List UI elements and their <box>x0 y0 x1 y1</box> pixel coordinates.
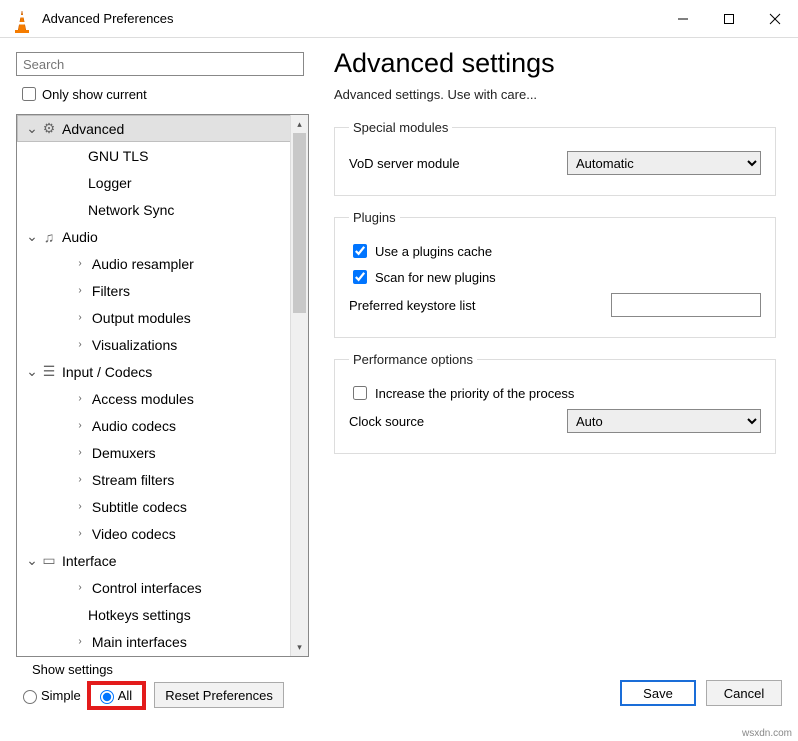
tree-item-subtitle-codecs[interactable]: › Subtitle codecs <box>17 493 292 520</box>
use-plugins-cache-checkbox[interactable]: Use a plugins cache <box>349 241 761 261</box>
plugins-legend: Plugins <box>349 210 400 225</box>
show-settings-all-radio[interactable]: All <box>95 687 132 704</box>
close-button[interactable] <box>752 0 798 38</box>
reset-preferences-button[interactable]: Reset Preferences <box>154 682 284 708</box>
music-note-icon: ♫ <box>40 229 58 245</box>
tree-item-output-modules[interactable]: › Output modules <box>17 304 292 331</box>
maximize-button[interactable] <box>706 0 752 38</box>
keystore-label: Preferred keystore list <box>349 298 567 313</box>
tree-item-filters[interactable]: › Filters <box>17 277 292 304</box>
tree-item-audio-resampler[interactable]: › Audio resampler <box>17 250 292 277</box>
chevron-right-icon: › <box>72 582 88 593</box>
tree-item-audio-codecs[interactable]: › Audio codecs <box>17 412 292 439</box>
tree-scrollbar[interactable]: ▴ ▾ <box>290 115 308 656</box>
save-button[interactable]: Save <box>620 680 696 706</box>
show-settings-simple-radio[interactable]: Simple <box>18 687 81 704</box>
special-modules-legend: Special modules <box>349 120 452 135</box>
scan-new-plugins-checkbox[interactable]: Scan for new plugins <box>349 267 761 287</box>
window-title: Advanced Preferences <box>42 11 660 26</box>
chevron-right-icon: › <box>72 528 88 539</box>
cancel-button[interactable]: Cancel <box>706 680 782 706</box>
tree-group-interface[interactable]: ⌄ ▭ Interface <box>17 547 292 574</box>
clock-source-label: Clock source <box>349 414 567 429</box>
tree-label: Audio <box>62 229 98 245</box>
settings-tree: ⌄ ⚙ Advanced GNU TLS Logger Network Sync… <box>16 114 309 657</box>
chevron-right-icon: › <box>72 474 88 485</box>
minimize-button[interactable] <box>660 0 706 38</box>
chevron-right-icon: › <box>72 636 88 647</box>
tree-item-logger[interactable]: Logger <box>17 169 292 196</box>
tree-item-gnu-tls[interactable]: GNU TLS <box>17 142 292 169</box>
tree-item-stream-filters[interactable]: › Stream filters <box>17 466 292 493</box>
keystore-input[interactable] <box>611 293 761 317</box>
special-modules-group: Special modules VoD server module Automa… <box>334 120 776 196</box>
chevron-right-icon: › <box>72 447 88 458</box>
scroll-thumb[interactable] <box>293 133 306 313</box>
page-subtitle: Advanced settings. Use with care... <box>334 87 776 102</box>
vlc-cone-icon <box>12 9 32 29</box>
only-show-current-checkbox[interactable]: Only show current <box>18 84 314 104</box>
increase-priority-checkbox[interactable]: Increase the priority of the process <box>349 383 761 403</box>
tree-item-network-sync[interactable]: Network Sync <box>17 196 292 223</box>
watermark: wsxdn.com <box>742 728 792 739</box>
chevron-down-icon: ⌄ <box>24 228 40 245</box>
chevron-right-icon: › <box>72 393 88 404</box>
chevron-right-icon: › <box>72 312 88 323</box>
title-bar: Advanced Preferences <box>0 0 798 38</box>
tree-label: Input / Codecs <box>62 364 152 380</box>
chevron-down-icon: ⌄ <box>24 552 40 569</box>
page-heading: Advanced settings <box>334 48 776 79</box>
only-show-current-label: Only show current <box>42 87 147 102</box>
sidebar: Only show current ⌄ ⚙ Advanced GNU TLS L… <box>0 38 314 660</box>
footer: Show settings Simple All Reset Preferenc… <box>0 660 798 716</box>
only-show-current-box[interactable] <box>22 87 36 101</box>
show-settings-label: Show settings <box>32 662 113 677</box>
window-icon: ▭ <box>40 552 58 569</box>
tree-item-demuxers[interactable]: › Demuxers <box>17 439 292 466</box>
chevron-right-icon: › <box>72 501 88 512</box>
tree-item-main-interfaces[interactable]: › Main interfaces <box>17 628 292 655</box>
vod-server-select[interactable]: Automatic <box>567 151 761 175</box>
tree-label: Interface <box>62 553 116 569</box>
tree-group-advanced[interactable]: ⌄ ⚙ Advanced <box>17 115 292 142</box>
settings-panel: Advanced settings Advanced settings. Use… <box>314 38 798 660</box>
chevron-right-icon: › <box>72 339 88 350</box>
tree-label: Advanced <box>62 121 124 137</box>
tree-item-video-codecs[interactable]: › Video codecs <box>17 520 292 547</box>
gear-icon: ⚙ <box>40 120 58 137</box>
chevron-right-icon: › <box>72 258 88 269</box>
tree-item-visualizations[interactable]: › Visualizations <box>17 331 292 358</box>
tree-group-input-codecs[interactable]: ⌄ ☰ Input / Codecs <box>17 358 292 385</box>
equalizer-icon: ☰ <box>40 363 58 380</box>
performance-legend: Performance options <box>349 352 477 367</box>
tree-group-audio[interactable]: ⌄ ♫ Audio <box>17 223 292 250</box>
plugins-group: Plugins Use a plugins cache Scan for new… <box>334 210 776 338</box>
chevron-down-icon: ⌄ <box>24 120 40 137</box>
tree-item-control-interfaces[interactable]: › Control interfaces <box>17 574 292 601</box>
highlight-all-radio: All <box>87 681 146 710</box>
chevron-right-icon: › <box>72 420 88 431</box>
vod-server-label: VoD server module <box>349 156 567 171</box>
chevron-down-icon: ⌄ <box>24 363 40 380</box>
performance-group: Performance options Increase the priorit… <box>334 352 776 454</box>
tree-item-access-modules[interactable]: › Access modules <box>17 385 292 412</box>
chevron-right-icon: › <box>72 285 88 296</box>
scroll-down-arrow[interactable]: ▾ <box>291 638 308 656</box>
search-input[interactable] <box>16 52 304 76</box>
clock-source-select[interactable]: Auto <box>567 409 761 433</box>
tree-item-hotkeys-settings[interactable]: Hotkeys settings <box>17 601 292 628</box>
scroll-up-arrow[interactable]: ▴ <box>291 115 308 133</box>
